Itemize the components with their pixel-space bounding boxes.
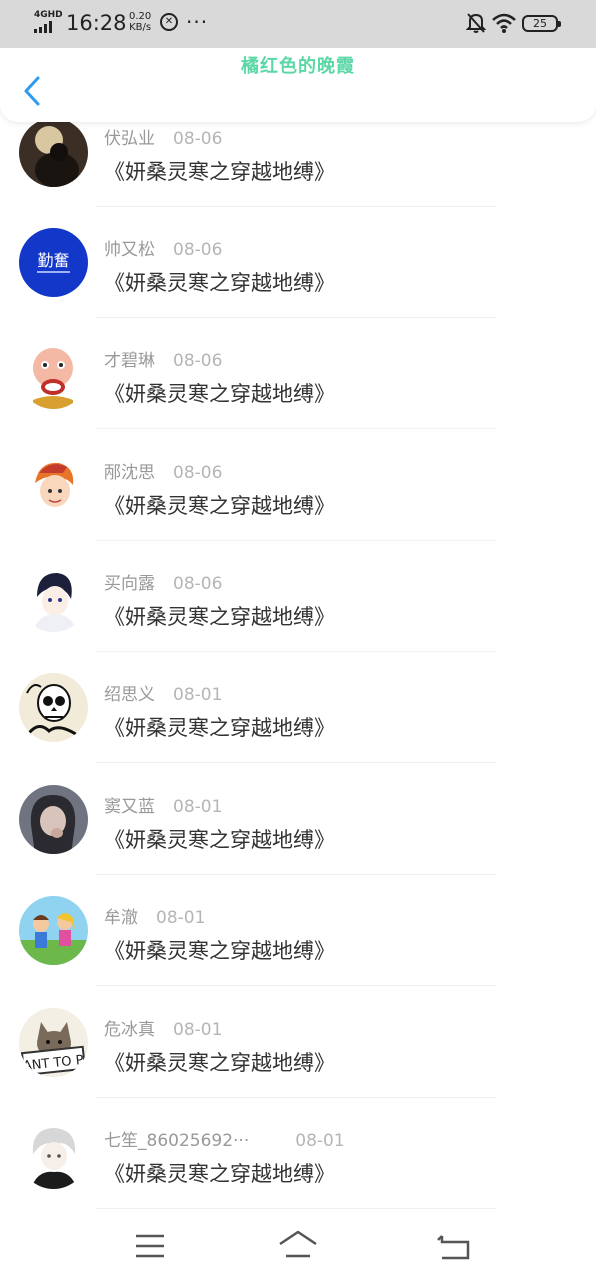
back-icon — [437, 1235, 470, 1260]
list-item[interactable]: 伏弘业 08-06 《妍桑灵寒之穿越地缚》 — [0, 106, 596, 217]
comment-text: 《妍桑灵寒之穿越地缚》 — [104, 271, 335, 295]
list-item[interactable]: 买向露 08-06 《妍桑灵寒之穿越地缚》 — [0, 551, 596, 662]
comment-text: 《妍桑灵寒之穿越地缚》 — [104, 160, 335, 184]
divider — [96, 874, 496, 875]
comment-date: 08-06 — [173, 129, 223, 149]
signal-icon — [34, 21, 56, 33]
comment-text: 《妍桑灵寒之穿越地缚》 — [104, 939, 335, 963]
menu-icon — [136, 1234, 164, 1258]
comment-date: 08-06 — [173, 463, 223, 483]
list-item[interactable]: 牟澈 08-01 《妍桑灵寒之穿越地缚》 — [0, 885, 596, 996]
page-title: 橘红色的晚霞 — [241, 56, 355, 77]
home-button[interactable] — [278, 1228, 318, 1264]
user-name: 帅又松 — [104, 240, 155, 260]
back-button[interactable] — [18, 74, 48, 108]
list-item[interactable]: 才碧琳 08-06 《妍桑灵寒之穿越地缚》 — [0, 328, 596, 439]
user-name: 绍思义 — [104, 685, 155, 705]
list-item[interactable]: ANT TO P 危冰真 08-01 《妍桑灵寒之穿越地缚》 — [0, 997, 596, 1108]
notification-icon: ✕ — [160, 13, 178, 31]
avatar[interactable] — [19, 673, 88, 742]
divider — [96, 985, 496, 986]
wifi-icon — [491, 12, 517, 34]
chevron-left-icon — [24, 76, 40, 106]
user-name: 窦又蓝 — [104, 797, 155, 817]
avatar-logo-text: 勤奮 — [37, 251, 69, 270]
comment-date: 08-01 — [173, 685, 223, 705]
comment-text: 《妍桑灵寒之穿越地缚》 — [104, 828, 335, 852]
user-name: 伏弘业 — [104, 129, 155, 149]
comment-text: 《妍桑灵寒之穿越地缚》 — [104, 382, 335, 406]
comment-text: 《妍桑灵寒之穿越地缚》 — [104, 1051, 335, 1075]
avatar[interactable]: 勤奮 — [19, 228, 88, 297]
network-speed: 0.20 KB/s — [129, 11, 151, 33]
avatar[interactable] — [19, 785, 88, 854]
home-icon — [279, 1230, 317, 1258]
comment-text: 《妍桑灵寒之穿越地缚》 — [104, 716, 335, 740]
back-nav-button[interactable] — [434, 1228, 474, 1264]
avatar[interactable] — [19, 563, 88, 632]
divider — [96, 317, 496, 318]
divider — [96, 1208, 496, 1209]
avatar[interactable] — [19, 451, 88, 520]
menu-button[interactable] — [130, 1228, 170, 1264]
list-item[interactable]: 绍思义 08-01 《妍桑灵寒之穿越地缚》 — [0, 662, 596, 773]
comment-date: 08-06 — [173, 351, 223, 371]
network-type: 4GHD — [34, 10, 63, 20]
status-bar: 4GHD 16:28 0.20 KB/s ✕ ··· 25 — [0, 0, 596, 48]
user-name: 危冰真 — [104, 1020, 155, 1040]
battery-icon: 25 — [522, 15, 561, 32]
navigation-bar — [0, 1212, 596, 1280]
divider — [96, 1097, 496, 1098]
divider — [96, 206, 496, 207]
comment-date: 08-06 — [173, 574, 223, 594]
avatar[interactable] — [19, 118, 88, 187]
divider — [96, 540, 496, 541]
user-name: 牟澈 — [104, 908, 138, 928]
user-name: 七笙_86025692··· — [104, 1131, 250, 1151]
comment-text: 《妍桑灵寒之穿越地缚》 — [104, 494, 335, 518]
divider — [96, 428, 496, 429]
comment-date: 08-01 — [173, 1020, 223, 1040]
avatar[interactable] — [19, 896, 88, 965]
avatar[interactable] — [19, 340, 88, 409]
avatar[interactable]: ANT TO P — [19, 1008, 88, 1077]
list-item[interactable]: 窦又蓝 08-01 《妍桑灵寒之穿越地缚》 — [0, 774, 596, 885]
comment-date: 08-01 — [173, 797, 223, 817]
header: 橘红色的晚霞 — [0, 48, 596, 122]
comment-text: 《妍桑灵寒之穿越地缚》 — [104, 605, 335, 629]
comment-list: 伏弘业 08-06 《妍桑灵寒之穿越地缚》 勤奮 帅又松 08-06 《妍桑灵寒之穿… — [0, 0, 596, 1280]
comment-text: 《妍桑灵寒之穿越地缚》 — [104, 1162, 335, 1186]
divider — [96, 762, 496, 763]
list-item[interactable]: 邴沈思 08-06 《妍桑灵寒之穿越地缚》 — [0, 440, 596, 551]
avatar[interactable] — [19, 1120, 88, 1189]
user-name: 邴沈思 — [104, 463, 155, 483]
more-notifications: ··· — [186, 10, 209, 34]
comment-date: 08-06 — [173, 240, 223, 260]
user-name: 才碧琳 — [104, 351, 155, 371]
speed-unit: KB/s — [129, 22, 152, 33]
speed-value: 0.20 — [129, 11, 152, 22]
list-item[interactable]: 七笙_86025692··· 08-01 《妍桑灵寒之穿越地缚》 — [0, 1108, 596, 1219]
comment-date: 08-01 — [156, 908, 206, 928]
bell-muted-icon — [465, 12, 487, 34]
comment-date: 08-01 — [295, 1131, 345, 1151]
divider — [96, 651, 496, 652]
user-name: 买向露 — [104, 574, 155, 594]
clock: 16:28 — [66, 11, 127, 35]
list-item[interactable]: 勤奮 帅又松 08-06 《妍桑灵寒之穿越地缚》 — [0, 217, 596, 328]
